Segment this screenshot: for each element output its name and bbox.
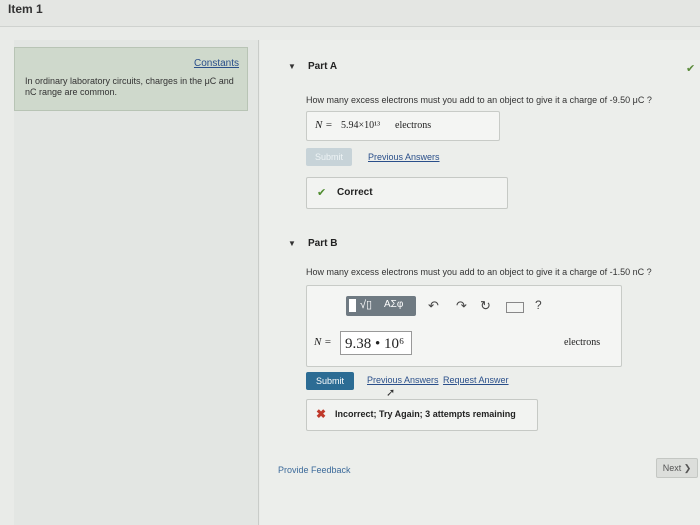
next-button[interactable]: Next ❯ bbox=[656, 458, 698, 478]
part-b-question: How many excess electrons must you add t… bbox=[306, 267, 652, 277]
part-b-feedback: ✖ Incorrect; Try Again; 3 attempts remai… bbox=[306, 399, 538, 431]
redo-icon[interactable]: ↷ bbox=[456, 298, 467, 314]
part-b-title[interactable]: Part B bbox=[308, 238, 337, 249]
sqrt-icon[interactable]: √▯ bbox=[360, 298, 372, 311]
part-a-feedback-text: Correct bbox=[337, 187, 373, 198]
correct-check-icon: ✔ bbox=[317, 187, 327, 199]
incorrect-x-icon: ✖ bbox=[316, 407, 327, 421]
constants-link[interactable]: Constants bbox=[194, 58, 239, 69]
part-a-feedback: ✔ Correct bbox=[306, 177, 508, 209]
part-b-previous-answers-link[interactable]: Previous Answers bbox=[367, 375, 439, 385]
top-bar: Item 1 bbox=[0, 0, 700, 27]
part-a-title[interactable]: Part A bbox=[308, 61, 337, 72]
undo-icon[interactable]: ↶ bbox=[428, 298, 439, 314]
constants-text: In ordinary laboratory circuits, charges… bbox=[25, 76, 234, 97]
keyboard-icon[interactable] bbox=[506, 302, 524, 313]
item-title: Item 1 bbox=[8, 2, 43, 16]
request-answer-link[interactable]: Request Answer bbox=[443, 375, 509, 385]
cursor-icon: ➚ bbox=[386, 387, 396, 399]
left-panel bbox=[14, 40, 259, 525]
part-a-submit-button[interactable]: Submit bbox=[306, 148, 352, 166]
answer-label: N = bbox=[315, 119, 333, 131]
math-toolbar: √▯ ΑΣφ bbox=[346, 296, 416, 316]
help-icon[interactable]: ? bbox=[535, 298, 542, 312]
part-b-feedback-text: Incorrect; Try Again; 3 attempts remaini… bbox=[335, 409, 516, 419]
part-a-previous-answers-link[interactable]: Previous Answers bbox=[368, 152, 440, 162]
answer-unit: electrons bbox=[395, 120, 432, 131]
template-icon[interactable] bbox=[349, 299, 356, 312]
answer-value: 5.94×10¹³ bbox=[341, 120, 381, 131]
provide-feedback-link[interactable]: Provide Feedback bbox=[278, 465, 351, 475]
answer-input[interactable]: 9.38 • 10⁶ bbox=[340, 331, 412, 355]
answer-unit: electrons bbox=[564, 337, 601, 348]
part-a-question: How many excess electrons must you add t… bbox=[306, 95, 652, 105]
part-b-submit-button[interactable]: Submit bbox=[306, 372, 354, 390]
collapse-triangle-icon[interactable]: ▼ bbox=[288, 239, 296, 248]
collapse-triangle-icon[interactable]: ▼ bbox=[288, 62, 296, 71]
checkmark-icon: ✔ bbox=[686, 63, 696, 75]
answer-label: N = bbox=[314, 336, 332, 348]
greek-symbols-button[interactable]: ΑΣφ bbox=[384, 299, 403, 310]
constants-box: Constants In ordinary laboratory circuit… bbox=[14, 47, 248, 111]
reset-icon[interactable]: ↻ bbox=[480, 298, 491, 314]
part-a-answer-box: N = 5.94×10¹³ electrons bbox=[306, 111, 500, 141]
